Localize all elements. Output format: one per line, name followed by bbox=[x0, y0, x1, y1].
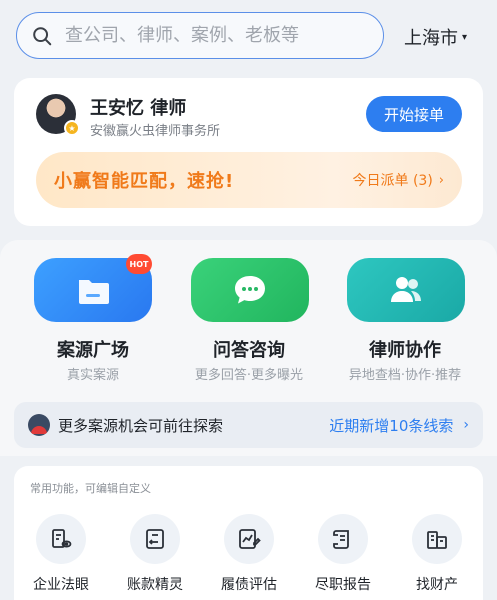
today-dispatch-link[interactable]: 今日派单 (3) › bbox=[353, 170, 444, 190]
chat-bubble-icon bbox=[235, 276, 265, 304]
tool-label: 账款精灵 bbox=[127, 577, 183, 593]
folder-icon bbox=[79, 280, 109, 304]
hot-badge: HOT bbox=[126, 254, 152, 274]
receipt-icon bbox=[146, 529, 164, 549]
tool-label: 尽职报告 bbox=[315, 577, 371, 593]
search-box[interactable] bbox=[16, 12, 384, 59]
top-bar: 上海市 ▾ bbox=[0, 0, 497, 70]
city-selector[interactable]: 上海市 ▾ bbox=[404, 24, 467, 50]
lawyer-collab-button[interactable] bbox=[347, 258, 465, 322]
tool-label: 企业法眼 bbox=[33, 577, 89, 593]
tools-card: 常用功能，可编辑自定义 企业法眼 账款精灵 履债评估 尽职报告 找财产 bbox=[14, 466, 483, 600]
promo-bar[interactable]: 小赢智能匹配，速抢! 今日派单 (3) › bbox=[36, 152, 462, 208]
tool-debt-assessment[interactable]: 履债评估 bbox=[204, 514, 294, 594]
tool-label: 找财产 bbox=[416, 577, 458, 593]
feature-title: 案源广场 bbox=[57, 340, 129, 361]
caret-down-icon: ▾ bbox=[462, 31, 468, 43]
feature-title: 律师协作 bbox=[369, 340, 441, 361]
lawyer-firm: 安徽赢火虫律师事务所 bbox=[90, 124, 221, 139]
feature-title: 问答咨询 bbox=[213, 340, 285, 361]
users-icon bbox=[391, 277, 421, 302]
feature-subtitle: 更多回答·更多曝光 bbox=[194, 368, 304, 383]
avatar-icon bbox=[28, 414, 50, 436]
new-leads-label: 近期新增10条线索 bbox=[329, 416, 454, 435]
buildings-icon bbox=[427, 531, 447, 549]
new-leads-link[interactable]: 近期新增10条线索 › bbox=[329, 415, 469, 436]
star-badge-icon: ★ bbox=[64, 120, 80, 136]
chevron-right-icon: › bbox=[463, 417, 469, 433]
company-eye-icon bbox=[52, 529, 72, 548]
city-label: 上海市 bbox=[404, 28, 458, 49]
search-icon bbox=[33, 26, 52, 45]
lawyer-name: 王安忆 律师 bbox=[90, 98, 187, 119]
promo-text: 小赢智能匹配，速抢! bbox=[54, 171, 235, 192]
tool-find-assets[interactable]: 找财产 bbox=[392, 514, 482, 594]
tool-account-genie[interactable]: 账款精灵 bbox=[110, 514, 200, 594]
scroll-report-icon bbox=[333, 530, 349, 549]
tools-hint: 常用功能，可编辑自定义 bbox=[30, 482, 151, 495]
qa-consult-button[interactable] bbox=[191, 258, 309, 322]
lawyer-card: ★ 王安忆 律师 安徽赢火虫律师事务所 开始接单 小赢智能匹配，速抢! 今日派单… bbox=[14, 78, 483, 226]
chart-edit-icon bbox=[239, 529, 261, 549]
tool-enterprise-eye[interactable]: 企业法眼 bbox=[16, 514, 106, 594]
explore-text: 更多案源机会可前往探索 bbox=[58, 416, 224, 435]
explore-bar[interactable]: 更多案源机会可前往探索 近期新增10条线索 › bbox=[14, 402, 483, 448]
feature-subtitle: 真实案源 bbox=[66, 368, 119, 383]
start-orders-button[interactable]: 开始接单 bbox=[366, 96, 462, 132]
feature-subtitle: 异地查档·协作·推荐 bbox=[348, 368, 462, 383]
today-dispatch-label: 今日派单 (3) bbox=[352, 173, 433, 189]
search-input[interactable] bbox=[65, 25, 365, 46]
tool-label: 履债评估 bbox=[221, 577, 277, 593]
tool-due-diligence[interactable]: 尽职报告 bbox=[298, 514, 388, 594]
chevron-right-icon: › bbox=[438, 172, 444, 188]
